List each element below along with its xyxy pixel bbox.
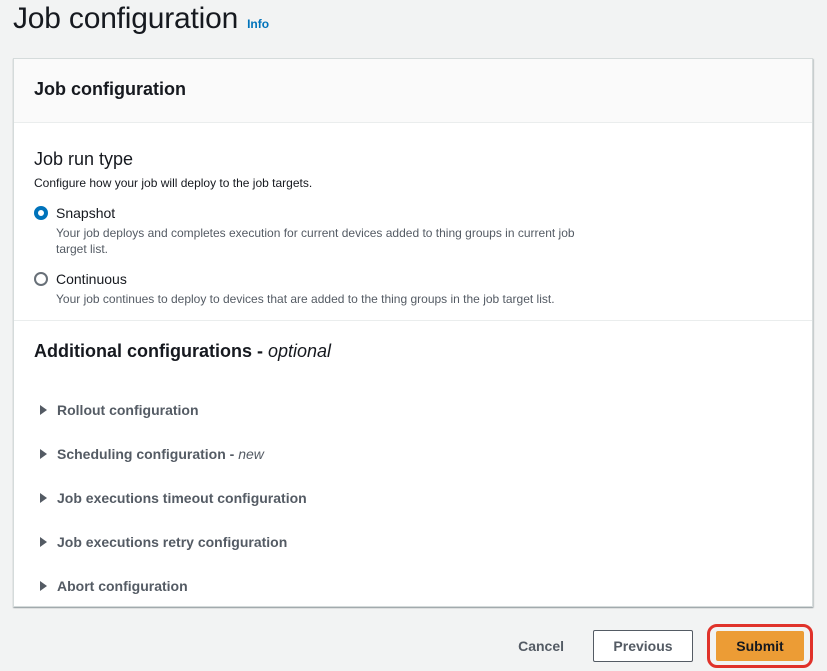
job-run-type-description: Configure how your job will deploy to th…	[34, 176, 313, 190]
radio-continuous-label[interactable]: Continuous	[56, 270, 596, 288]
radio-option-snapshot[interactable]: Snapshot Your job deploys and completes …	[34, 204, 792, 257]
radio-continuous-text: Continuous Your job continues to deploy …	[56, 270, 596, 307]
additional-configurations-title: Additional configurations - optional	[34, 341, 792, 362]
caret-right-icon	[40, 405, 47, 415]
radio-option-continuous[interactable]: Continuous Your job continues to deploy …	[34, 270, 792, 307]
expander-rollout-configuration[interactable]: Rollout configuration	[34, 388, 792, 432]
additional-configurations-section: Additional configurations - optional Rol…	[14, 321, 812, 608]
expander-job-executions-timeout-configuration[interactable]: Job executions timeout configuration	[34, 476, 792, 520]
expander-abort-configuration[interactable]: Abort configuration	[34, 564, 792, 608]
page-title: Job configuration	[13, 2, 239, 35]
expander-label: Job executions retry configuration	[57, 534, 288, 550]
page-header: Job configuration Info	[13, 2, 269, 36]
job-run-type-title: Job run type	[34, 149, 134, 169]
caret-right-icon	[40, 449, 47, 459]
info-link[interactable]: Info	[247, 17, 269, 31]
footer-actions: Cancel Previous Submit	[498, 624, 813, 668]
container-title: Job configuration	[34, 79, 186, 99]
job-run-type-section: Job run type Configure how your job will…	[14, 123, 812, 307]
submit-button[interactable]: Submit	[716, 631, 804, 661]
radio-continuous-description: Your job continues to deploy to devices …	[56, 292, 555, 306]
caret-right-icon	[40, 493, 47, 503]
expander-scheduling-configuration[interactable]: Scheduling configuration - new	[34, 432, 792, 476]
radio-snapshot-description: Your job deploys and completes execution…	[56, 226, 575, 256]
container-header: Job configuration	[14, 59, 812, 123]
radio-snapshot[interactable]	[34, 206, 48, 220]
radio-snapshot-text: Snapshot Your job deploys and completes …	[56, 204, 596, 257]
expander-label: Rollout configuration	[57, 402, 199, 418]
optional-label: optional	[268, 341, 332, 361]
expander-label: Abort configuration	[57, 578, 188, 594]
additional-title-text: Additional configurations -	[34, 341, 263, 361]
expander-list: Rollout configuration Scheduling configu…	[34, 388, 792, 608]
expander-job-executions-retry-configuration[interactable]: Job executions retry configuration	[34, 520, 792, 564]
caret-right-icon	[40, 581, 47, 591]
expander-label: Job executions timeout configuration	[57, 490, 307, 506]
expander-label: Scheduling configuration -	[57, 446, 235, 462]
caret-right-icon	[40, 537, 47, 547]
cancel-button[interactable]: Cancel	[498, 630, 584, 662]
new-badge: new	[238, 446, 264, 462]
previous-button[interactable]: Previous	[593, 630, 693, 662]
job-configuration-container: Job configuration Job run type Configure…	[13, 58, 813, 607]
submit-highlight: Submit	[707, 624, 813, 668]
job-run-type-radio-group: Snapshot Your job deploys and completes …	[34, 204, 792, 307]
radio-continuous[interactable]	[34, 272, 48, 286]
radio-snapshot-label[interactable]: Snapshot	[56, 204, 596, 222]
